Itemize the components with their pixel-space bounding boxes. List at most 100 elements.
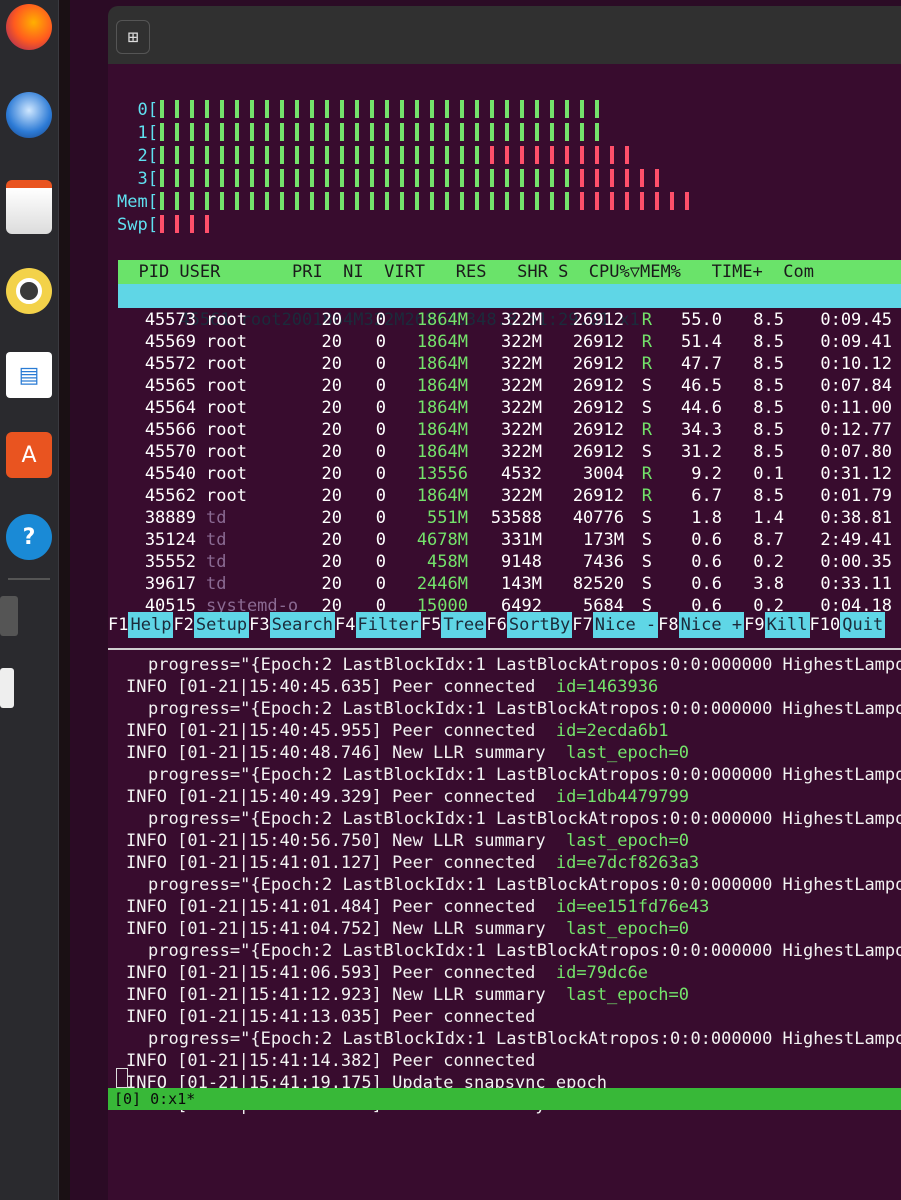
node-log-output: progress="{Epoch:2 LastBlockIdx:1 LastBl… [108,654,901,1116]
meter-bar [430,100,434,118]
log-text: progress="{Epoch:2 LastBlockIdx:1 LastBl… [148,699,901,719]
process-row[interactable]: 35124 td 20 0 4678M 331M 173M S 0.6 8.7 2:49.41/us… [118,528,901,552]
process-time: 2:49.41 [820,530,892,550]
process-table-header[interactable]: PID USER PRI NI VIRT RES SHR S CPU%▽MEM%… [118,260,901,284]
fkey-label[interactable]: Filter [355,612,421,638]
process-pid: 39617 [144,574,196,594]
app-center-icon[interactable]: A [6,432,52,478]
process-row[interactable]: 45570 root 20 0 1864M 322M 26912 S 31.2 8.5 0:07.8… [118,440,901,464]
fkey-label[interactable]: Kill [764,612,810,638]
dock-app-icon[interactable] [0,596,18,636]
writer-icon[interactable]: ▤ [6,352,52,398]
meter-bar [550,100,554,118]
thunderbird-icon[interactable] [6,92,52,138]
process-row[interactable]: 45566 root 20 0 1864M 322M 26912 R 34.3 8.5 0:12.7… [118,418,901,442]
process-row[interactable]: 45565 root 20 0 1864M 322M 26912 S 46.5 8.5 0:07.8… [118,374,901,398]
process-cmd: x1 [892,352,901,376]
meter-bar [265,192,269,210]
meter-bar [355,192,359,210]
process-row[interactable]: 45540 root 20 0 13556 4532 3004 R 9.2 0.1 0:31.12h… [118,462,901,486]
fkey-f1[interactable]: F1 [108,612,128,638]
process-time: 0:10.12 [820,354,892,374]
terminal-body[interactable]: 0[1[2[3[Mem[Swp[ PID USER PRI NI VIRT RE… [108,64,901,1200]
process-user: root [206,420,247,440]
meter-bar [370,100,374,118]
meter-bar [280,169,284,187]
pane-divider[interactable] [108,648,901,650]
meter-bar [430,123,434,141]
meter-bar [385,169,389,187]
fkey-label[interactable]: Setup [193,612,250,638]
process-row[interactable]: 35552 td 20 0 458M 9148 7436 S 0.6 0.2 0:00.35/usr… [118,550,901,574]
meter-bar [235,192,239,210]
files-icon[interactable] [6,180,52,234]
process-pid: 45573 [144,310,196,330]
meter-bar [280,100,284,118]
process-mem: 8.5 [753,332,784,352]
meter-bar [325,192,329,210]
process-time: 0:01.79 [820,486,892,506]
fkey-f4[interactable]: F4 [335,612,355,638]
fkey-f5[interactable]: F5 [421,612,441,638]
log-text: progress="{Epoch:2 LastBlockIdx:1 LastBl… [148,875,901,895]
fkey-f2[interactable]: F2 [173,612,193,638]
fkey-f7[interactable]: F7 [572,612,592,638]
meter-row: 2[ [108,146,898,166]
process-pri: 20 [321,574,342,594]
meter-bar [325,100,329,118]
fkey-f6[interactable]: F6 [486,612,506,638]
fkey-f10[interactable]: F10 [810,612,841,638]
log-field: id=79dc6e [535,963,648,983]
firefox-icon[interactable] [6,4,52,50]
selected-process-row[interactable]: 45561 root2001864M322M26912S348.8.51:29.0… [118,284,901,330]
process-cmd: /usr/l [892,506,901,530]
fkey-f3[interactable]: F3 [249,612,269,638]
process-shr: 3004 [583,464,624,484]
fkey-f8[interactable]: F8 [658,612,678,638]
fkey-label[interactable]: Search [269,612,336,638]
meter-bar [220,123,224,141]
process-shr: 26912 [572,354,624,374]
process-row[interactable]: 45573 root 20 0 1864M 322M 26912 R 55.0 8.5 0:09.4… [118,308,901,332]
meter-bar [160,123,164,141]
process-shr: 26912 [572,310,624,330]
process-ni: 0 [375,442,386,462]
process-res: 322M [501,442,542,462]
process-s: R [641,464,652,484]
meter-bar [340,100,344,118]
meter-bar [205,192,209,210]
fkey-label[interactable]: Help [128,612,174,638]
fkey-label[interactable]: Tree [441,612,487,638]
fkey-label[interactable]: Nice - [592,612,659,638]
meter-bar [250,192,254,210]
process-s: R [641,420,652,440]
process-ni: 0 [375,486,386,506]
process-time: 0:33.11 [820,574,892,594]
new-tab-button[interactable]: ⊞ [116,20,150,54]
meter-bars [160,169,898,189]
fkey-f9[interactable]: F9 [744,612,764,638]
process-row[interactable]: 39617 td 20 0 2446M 143M 82520 S 0.6 3.8 0:33.11/s… [118,572,901,596]
meter-bar [190,100,194,118]
fkey-label[interactable]: Quit [840,612,886,638]
process-pid: 38889 [144,508,196,528]
process-row[interactable]: 38889 td 20 0 551M 53588 40776 S 1.8 1.4 0:38.81/u… [118,506,901,530]
tmux-status-bar: [0] 0:x1* [108,1088,901,1110]
meter-bar [310,123,314,141]
process-res: 322M [501,310,542,330]
meter-bar [505,146,509,164]
process-pri: 20 [321,332,342,352]
process-row[interactable]: 45572 root 20 0 1864M 322M 26912 R 47.7 8.5 0:10.1… [118,352,901,376]
process-row[interactable]: 45562 root 20 0 1864M 322M 26912 R 6.7 8.5 0:01.79… [118,484,901,508]
meter-row: 3[ [108,169,898,189]
help-icon[interactable]: ? [6,514,52,560]
process-row[interactable]: 45569 root 20 0 1864M 322M 26912 R 51.4 8.5 0:09.4… [118,330,901,354]
meter-bar [385,123,389,141]
rhythmbox-icon[interactable] [6,268,52,314]
dock-app-icon[interactable] [0,668,14,708]
meter-bar [220,146,224,164]
process-row[interactable]: 45564 root 20 0 1864M 322M 26912 S 44.6 8.5 0:11.0… [118,396,901,420]
fkey-label[interactable]: SortBy [506,612,573,638]
meter-bar [580,100,584,118]
fkey-label[interactable]: Nice + [678,612,745,638]
